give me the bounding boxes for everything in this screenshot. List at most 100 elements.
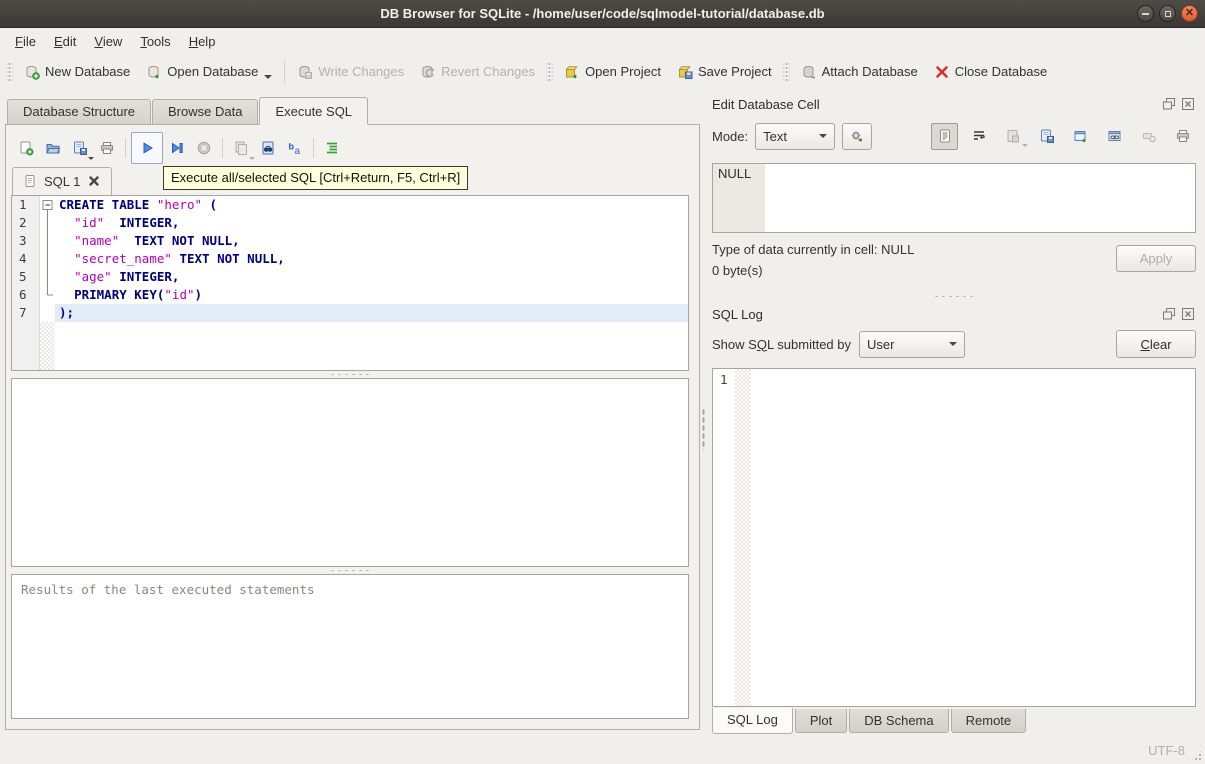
copy-link-button[interactable] xyxy=(1101,123,1128,150)
svg-text:a: a xyxy=(295,146,301,156)
mode-select[interactable]: Text xyxy=(755,122,836,150)
word-wrap-button[interactable] xyxy=(965,123,992,150)
bottom-tab-sql-log[interactable]: SQL Log xyxy=(712,708,793,734)
dock-splitter[interactable] xyxy=(712,288,1196,304)
float-dock-icon[interactable] xyxy=(1161,96,1177,112)
close-icon[interactable]: ✕ xyxy=(1181,5,1198,22)
sql-log-controls: Show SQL submitted by User Clear xyxy=(712,326,1196,362)
save-project-label: Save Project xyxy=(697,64,772,79)
toolbar-separator xyxy=(284,60,286,83)
line-number: 4 xyxy=(12,250,40,268)
sql-editor-toolbar: ba xyxy=(11,131,689,165)
open-sql-tab-button[interactable] xyxy=(13,134,39,162)
results-grid-pane xyxy=(11,378,689,567)
editor-line-1: 1 CREATE TABLE "hero" ( xyxy=(12,196,688,214)
code-text: PRIMARY KEY("id") xyxy=(74,287,203,302)
new-database-button[interactable]: New Database xyxy=(16,59,138,85)
mode-select-value: Text xyxy=(763,128,787,144)
line-number: 7 xyxy=(12,304,40,322)
open-sql-icon xyxy=(45,140,61,156)
close-database-label: Close Database xyxy=(954,64,1048,79)
log-filter-select[interactable]: User xyxy=(859,330,965,358)
menubar: File Edit View Tools Help xyxy=(0,28,1205,55)
save-sql-file-button[interactable] xyxy=(67,134,94,162)
fold-marker-icon xyxy=(40,286,55,304)
toolbar-separator xyxy=(313,138,314,158)
revert-changes-button: Revert Changes xyxy=(412,59,543,85)
stop-icon xyxy=(196,140,212,156)
app-window: DB Browser for SQLite - /home/user/code/… xyxy=(0,0,1205,764)
tab-execute-sql[interactable]: Execute SQL xyxy=(259,97,369,125)
open-database-button[interactable]: Open Database xyxy=(138,59,280,85)
tab-close-icon[interactable] xyxy=(86,173,102,189)
execute-all-icon xyxy=(139,140,155,156)
maximize-icon[interactable] xyxy=(1159,5,1176,22)
execute-all-button[interactable] xyxy=(131,132,163,164)
clear-log-button[interactable]: Clear xyxy=(1116,330,1196,358)
open-database-label: Open Database xyxy=(167,64,259,79)
resize-grip[interactable] xyxy=(1190,749,1203,762)
editor-splitter[interactable] xyxy=(11,371,689,378)
fold-marker-icon xyxy=(40,268,55,286)
fold-marker-icon[interactable] xyxy=(40,196,55,214)
code-text: "id" INTEGER, xyxy=(74,215,180,230)
code-text: "secret_name" TEXT NOT NULL, xyxy=(74,251,285,266)
write-changes-icon xyxy=(297,64,313,80)
sql-tab-label: SQL 1 xyxy=(44,173,81,189)
auto-complete-button[interactable]: ba xyxy=(282,134,308,162)
bottom-tab-db-schema[interactable]: DB Schema xyxy=(849,709,949,733)
attach-database-button[interactable]: Attach Database xyxy=(793,59,926,85)
tab-database-structure[interactable]: Database Structure xyxy=(7,99,152,124)
gear-icon xyxy=(849,128,865,144)
set-null-button xyxy=(1135,123,1162,150)
cell-type-info: Type of data currently in cell: NULL xyxy=(712,242,915,257)
format-sql-button[interactable] xyxy=(319,134,345,162)
open-sql-file-button[interactable] xyxy=(40,134,66,162)
menu-file[interactable]: File xyxy=(6,30,45,53)
menu-help[interactable]: Help xyxy=(180,30,225,53)
save-sql-icon xyxy=(72,140,88,156)
close-database-button[interactable]: Close Database xyxy=(926,59,1056,85)
save-project-button[interactable]: Save Project xyxy=(669,59,780,85)
log-fold-margin xyxy=(735,369,751,706)
print-icon xyxy=(99,140,115,156)
mode-label: Mode: xyxy=(712,128,749,144)
cell-mode-row: Mode: Text xyxy=(712,119,1196,153)
menu-view[interactable]: View xyxy=(85,30,131,53)
execute-current-line-button[interactable] xyxy=(164,134,190,162)
float-dock-icon[interactable] xyxy=(1161,306,1177,322)
cell-size-info: 0 byte(s) xyxy=(712,263,763,278)
export-data-button[interactable] xyxy=(1033,123,1060,150)
menu-edit[interactable]: Edit xyxy=(45,30,85,53)
menu-tools[interactable]: Tools xyxy=(131,30,179,53)
main-splitter[interactable] xyxy=(700,88,707,736)
encoding-indicator: UTF-8 xyxy=(1148,742,1185,758)
open-external-icon xyxy=(1073,128,1089,144)
chevron-down-icon xyxy=(1022,143,1028,147)
sql-editor[interactable]: 1 CREATE TABLE "hero" (2 "id" INTEGER, 3 "… xyxy=(11,195,689,371)
print-sql-button[interactable] xyxy=(94,134,120,162)
open-project-button[interactable]: Open Project xyxy=(556,59,669,85)
bottom-tab-remote[interactable]: Remote xyxy=(950,709,1027,733)
sql-tab[interactable]: SQL 1 xyxy=(12,167,113,195)
bottom-tab-plot[interactable]: Plot xyxy=(794,709,848,733)
chevron-down-icon[interactable] xyxy=(264,74,273,79)
tab-browse-data[interactable]: Browse Data xyxy=(152,99,259,124)
revert-changes-label: Revert Changes xyxy=(441,64,536,79)
revert-changes-icon xyxy=(420,64,436,80)
text-mode-button[interactable] xyxy=(931,122,958,150)
open-in-external-app-button[interactable] xyxy=(1067,123,1094,150)
toolbar-handle xyxy=(6,60,13,83)
print-cell-button[interactable] xyxy=(1169,123,1196,150)
minimize-icon[interactable] xyxy=(1137,5,1154,22)
results-splitter[interactable] xyxy=(11,567,689,574)
cell-value-editor[interactable]: NULL xyxy=(712,163,1196,233)
auto-switch-mode-button[interactable] xyxy=(842,122,873,150)
find-replace-button[interactable] xyxy=(255,134,281,162)
close-dock-icon[interactable] xyxy=(1180,96,1196,112)
chevron-down-icon xyxy=(949,342,957,346)
main-area: Database Structure Browse Data Execute SQL… xyxy=(0,88,1205,736)
find-icon xyxy=(260,140,276,156)
close-dock-icon[interactable] xyxy=(1180,306,1196,322)
sql-log-view[interactable]: 1 xyxy=(712,368,1196,707)
